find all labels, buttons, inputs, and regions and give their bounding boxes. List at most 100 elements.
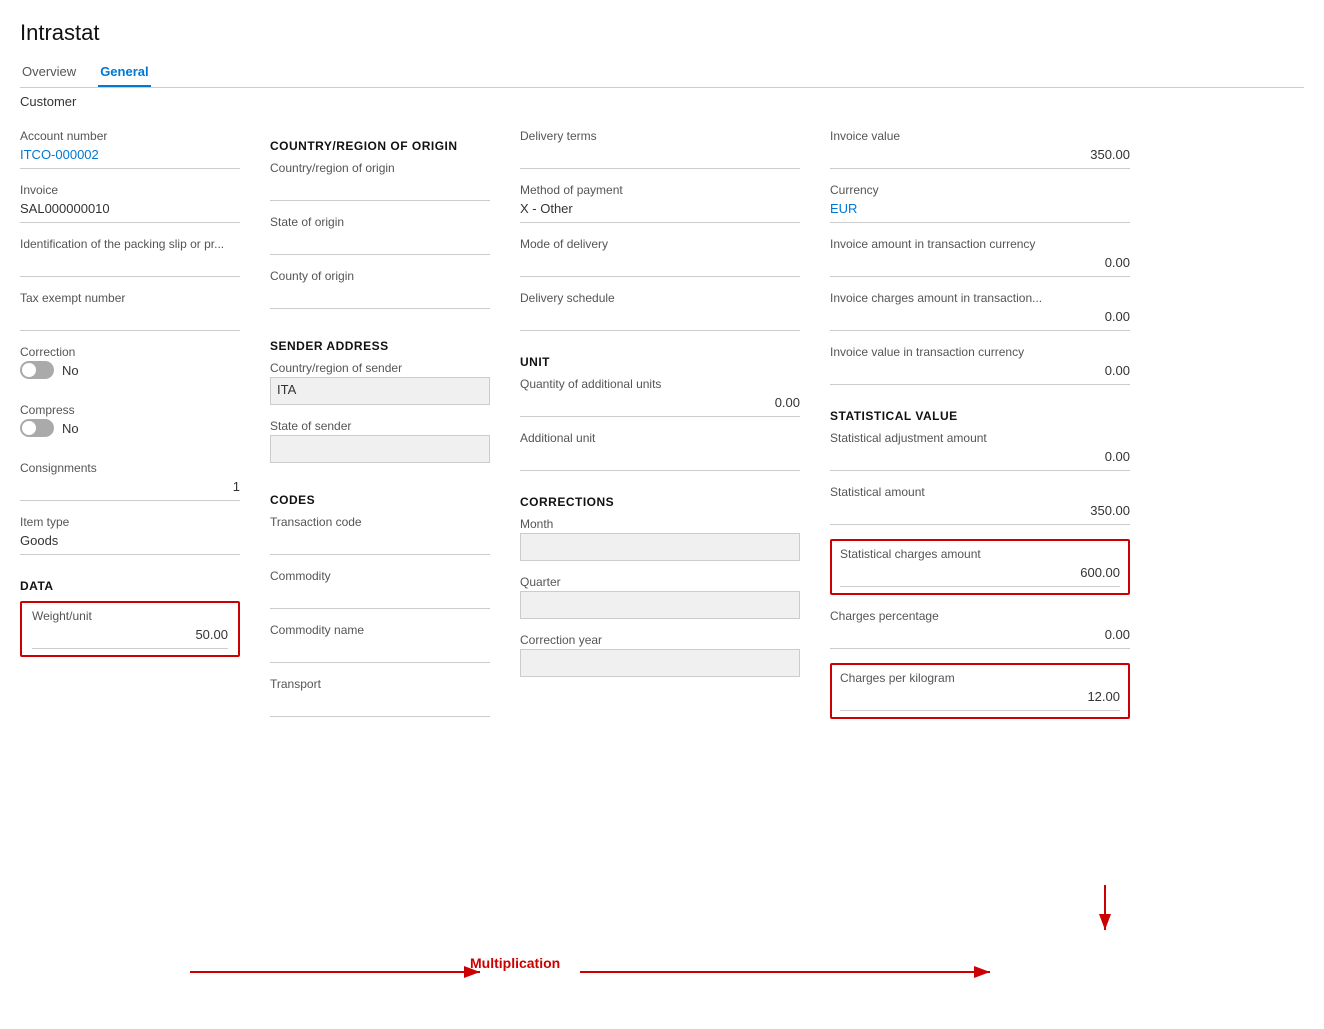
tax-exempt-group: Tax exempt number	[20, 291, 240, 331]
consignments-label: Consignments	[20, 461, 240, 475]
charges-kg-group: Charges per kilogram 12.00	[830, 663, 1130, 719]
additional-unit-value[interactable]	[520, 447, 800, 471]
county-origin-group: County of origin	[270, 269, 490, 309]
sender-country-label: Country/region of sender	[270, 361, 490, 375]
correction-year-label: Correction year	[520, 633, 800, 647]
tab-general[interactable]: General	[98, 58, 150, 87]
weight-unit-label: Weight/unit	[32, 609, 228, 623]
invoice-charges-tc-group: Invoice charges amount in transaction...…	[830, 291, 1130, 331]
tax-exempt-value[interactable]	[20, 307, 240, 331]
stat-adjustment-label: Statistical adjustment amount	[830, 431, 1130, 445]
stat-amount-group: Statistical amount 350.00	[830, 485, 1130, 525]
payment-method-group: Method of payment X - Other	[520, 183, 800, 223]
compress-toggle[interactable]	[20, 419, 54, 437]
transport-value[interactable]	[270, 693, 490, 717]
main-content: Account number ITCO-000002 Invoice SAL00…	[20, 129, 1304, 733]
qty-additional-value[interactable]: 0.00	[520, 393, 800, 417]
charges-kg-label: Charges per kilogram	[840, 671, 1120, 685]
country-region-value[interactable]	[270, 177, 490, 201]
invoice-value-value: 350.00	[830, 145, 1130, 169]
correction-year-value[interactable]	[520, 649, 800, 677]
tax-exempt-label: Tax exempt number	[20, 291, 240, 305]
commodity-name-value[interactable]	[270, 639, 490, 663]
packing-slip-label: Identification of the packing slip or pr…	[20, 237, 240, 251]
qty-additional-group: Quantity of additional units 0.00	[520, 377, 800, 417]
invoice-value: SAL000000010	[20, 199, 240, 223]
currency-group: Currency EUR	[830, 183, 1130, 223]
quarter-value[interactable]	[520, 591, 800, 619]
account-number-value[interactable]: ITCO-000002	[20, 145, 240, 169]
stat-adjustment-value: 0.00	[830, 447, 1130, 471]
transaction-code-label: Transaction code	[270, 515, 490, 529]
county-origin-label: County of origin	[270, 269, 490, 283]
nav-subtitle: Customer	[20, 92, 1304, 119]
correction-toggle[interactable]	[20, 361, 54, 379]
unit-header: UNIT	[520, 355, 800, 369]
currency-value[interactable]: EUR	[830, 199, 1130, 223]
charges-pct-group: Charges percentage 0.00	[830, 609, 1130, 649]
additional-unit-label: Additional unit	[520, 431, 800, 445]
invoice-charges-tc-label: Invoice charges amount in transaction...	[830, 291, 1130, 305]
account-number-label: Account number	[20, 129, 240, 143]
commodity-value[interactable]	[270, 585, 490, 609]
correction-group: Correction No	[20, 345, 240, 389]
stat-amount-label: Statistical amount	[830, 485, 1130, 499]
payment-method-value: X - Other	[520, 199, 800, 223]
delivery-mode-label: Mode of delivery	[520, 237, 800, 251]
invoice-value-label: Invoice value	[830, 129, 1130, 143]
weight-unit-group: Weight/unit 50.00	[20, 601, 240, 657]
compress-toggle-row: No	[20, 419, 240, 437]
currency-label: Currency	[830, 183, 1130, 197]
invoice-amount-tc-value: 0.00	[830, 253, 1130, 277]
sender-country-value[interactable]: ITA	[270, 377, 490, 405]
delivery-terms-group: Delivery terms	[520, 129, 800, 169]
compress-value: No	[62, 421, 79, 436]
corrections-header: CORRECTIONS	[520, 495, 800, 509]
transaction-code-value[interactable]	[270, 531, 490, 555]
column-2: COUNTRY/REGION OF ORIGIN Country/region …	[270, 129, 490, 733]
tab-overview[interactable]: Overview	[20, 58, 78, 87]
sender-header: SENDER ADDRESS	[270, 339, 490, 353]
invoice-label: Invoice	[20, 183, 240, 197]
commodity-group: Commodity	[270, 569, 490, 609]
weight-unit-value[interactable]: 50.00	[32, 625, 228, 649]
country-region-header: COUNTRY/REGION OF ORIGIN	[270, 139, 490, 153]
country-region-label: Country/region of origin	[270, 161, 490, 175]
correction-value: No	[62, 363, 79, 378]
correction-year-group: Correction year	[520, 633, 800, 677]
stat-charges-label: Statistical charges amount	[840, 547, 1120, 561]
quarter-group: Quarter	[520, 575, 800, 619]
charges-pct-label: Charges percentage	[830, 609, 1130, 623]
state-origin-label: State of origin	[270, 215, 490, 229]
charges-kg-value: 12.00	[840, 687, 1120, 711]
delivery-schedule-label: Delivery schedule	[520, 291, 800, 305]
sender-state-value[interactable]	[270, 435, 490, 463]
compress-group: Compress No	[20, 403, 240, 447]
stat-adjustment-group: Statistical adjustment amount 0.00	[830, 431, 1130, 471]
multiplication-label: Multiplication	[470, 955, 560, 971]
transport-group: Transport	[270, 677, 490, 717]
delivery-schedule-value[interactable]	[520, 307, 800, 331]
additional-unit-group: Additional unit	[520, 431, 800, 471]
item-type-group: Item type Goods	[20, 515, 240, 555]
delivery-mode-value[interactable]	[520, 253, 800, 277]
nav-tabs: Overview General	[20, 58, 1304, 88]
invoice-amount-tc-group: Invoice amount in transaction currency 0…	[830, 237, 1130, 277]
page-title: Intrastat	[20, 20, 1304, 46]
transport-label: Transport	[270, 677, 490, 691]
transaction-code-group: Transaction code	[270, 515, 490, 555]
delivery-terms-value[interactable]	[520, 145, 800, 169]
sender-state-label: State of sender	[270, 419, 490, 433]
correction-label: Correction	[20, 345, 240, 359]
delivery-mode-group: Mode of delivery	[520, 237, 800, 277]
data-header: DATA	[20, 579, 240, 593]
commodity-name-group: Commodity name	[270, 623, 490, 663]
stat-charges-value: 600.00	[840, 563, 1120, 587]
month-value[interactable]	[520, 533, 800, 561]
state-origin-value[interactable]	[270, 231, 490, 255]
column-4: Invoice value 350.00 Currency EUR Invoic…	[830, 129, 1130, 733]
packing-slip-value[interactable]	[20, 253, 240, 277]
month-group: Month	[520, 517, 800, 561]
county-origin-value[interactable]	[270, 285, 490, 309]
stat-charges-group: Statistical charges amount 600.00	[830, 539, 1130, 595]
